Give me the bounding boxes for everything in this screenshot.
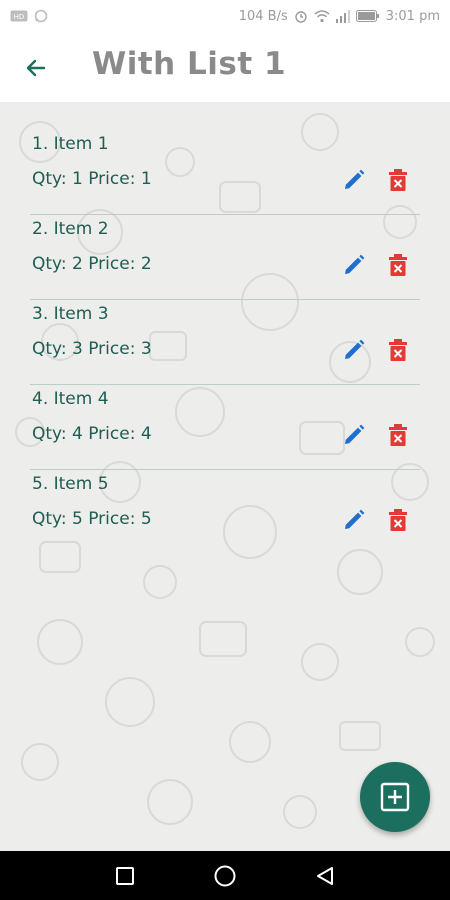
list-item[interactable]: 2. Item 2 Qty: 2 Price: 2 <box>30 215 420 300</box>
list-item[interactable]: 4. Item 4 Qty: 4 Price: 4 <box>30 385 420 470</box>
item-qty-price: Qty: 2 Price: 2 <box>32 254 152 274</box>
delete-button[interactable] <box>384 421 412 449</box>
list-item[interactable]: 1. Item 1 Qty: 1 Price: 1 <box>30 130 420 215</box>
network-speed: 104 B/s <box>238 8 288 24</box>
nav-back-button[interactable] <box>312 863 338 889</box>
edit-button[interactable] <box>340 166 368 194</box>
delete-x-icon <box>389 254 407 276</box>
back-icon <box>317 867 333 885</box>
pencil-icon <box>345 169 365 189</box>
item-qty-price: Qty: 3 Price: 3 <box>32 339 152 359</box>
arrow-back-icon <box>26 59 46 77</box>
alarm-icon <box>294 9 308 23</box>
item-list: 1. Item 1 Qty: 1 Price: 1 2. Item 2 Qty:… <box>30 130 420 555</box>
recents-icon <box>116 867 134 885</box>
clock: 3:01 pm <box>385 8 440 24</box>
add-box-icon <box>380 782 410 812</box>
status-bar: HD 104 B/s 3:01 pm <box>0 0 450 32</box>
delete-x-icon <box>389 339 407 361</box>
item-name: 2. Item 2 <box>32 219 109 239</box>
signal-icon <box>335 9 350 23</box>
app-bar: With List 1 <box>0 32 450 102</box>
list-item[interactable]: 5. Item 5 Qty: 5 Price: 5 <box>30 470 420 555</box>
pencil-icon <box>345 424 365 444</box>
item-name: 4. Item 4 <box>32 389 109 409</box>
item-name: 3. Item 3 <box>32 304 109 324</box>
hd-icon: HD <box>10 10 28 22</box>
item-name: 1. Item 1 <box>32 134 109 154</box>
battery-icon <box>355 10 380 22</box>
delete-button[interactable] <box>384 336 412 364</box>
edit-button[interactable] <box>340 506 368 534</box>
delete-button[interactable] <box>384 506 412 534</box>
edit-button[interactable] <box>340 336 368 364</box>
delete-x-icon <box>389 424 407 446</box>
wifi-icon <box>314 9 330 23</box>
page-title: With List 1 <box>92 46 287 82</box>
system-nav-bar <box>0 851 450 900</box>
item-qty-price: Qty: 1 Price: 1 <box>32 169 152 189</box>
pencil-icon <box>345 254 365 274</box>
pencil-icon <box>345 339 365 359</box>
home-icon <box>214 865 236 887</box>
svg-text:HD: HD <box>14 13 25 21</box>
item-qty-price: Qty: 4 Price: 4 <box>32 424 152 444</box>
item-name: 5. Item 5 <box>32 474 109 494</box>
delete-button[interactable] <box>384 166 412 194</box>
add-item-fab[interactable] <box>360 762 430 832</box>
delete-button[interactable] <box>384 251 412 279</box>
list-item[interactable]: 3. Item 3 Qty: 3 Price: 3 <box>30 300 420 385</box>
status-left: HD <box>10 9 48 23</box>
list-content[interactable]: 1. Item 1 Qty: 1 Price: 1 2. Item 2 Qty:… <box>0 102 450 851</box>
whatsapp-icon <box>34 9 48 23</box>
item-qty-price: Qty: 5 Price: 5 <box>32 509 152 529</box>
status-right: 104 B/s 3:01 pm <box>239 9 440 24</box>
delete-x-icon <box>389 169 407 191</box>
recents-button[interactable] <box>112 863 138 889</box>
delete-x-icon <box>389 509 407 531</box>
edit-button[interactable] <box>340 421 368 449</box>
pencil-icon <box>345 509 365 529</box>
edit-button[interactable] <box>340 251 368 279</box>
home-button[interactable] <box>212 863 238 889</box>
back-button[interactable] <box>16 48 56 88</box>
